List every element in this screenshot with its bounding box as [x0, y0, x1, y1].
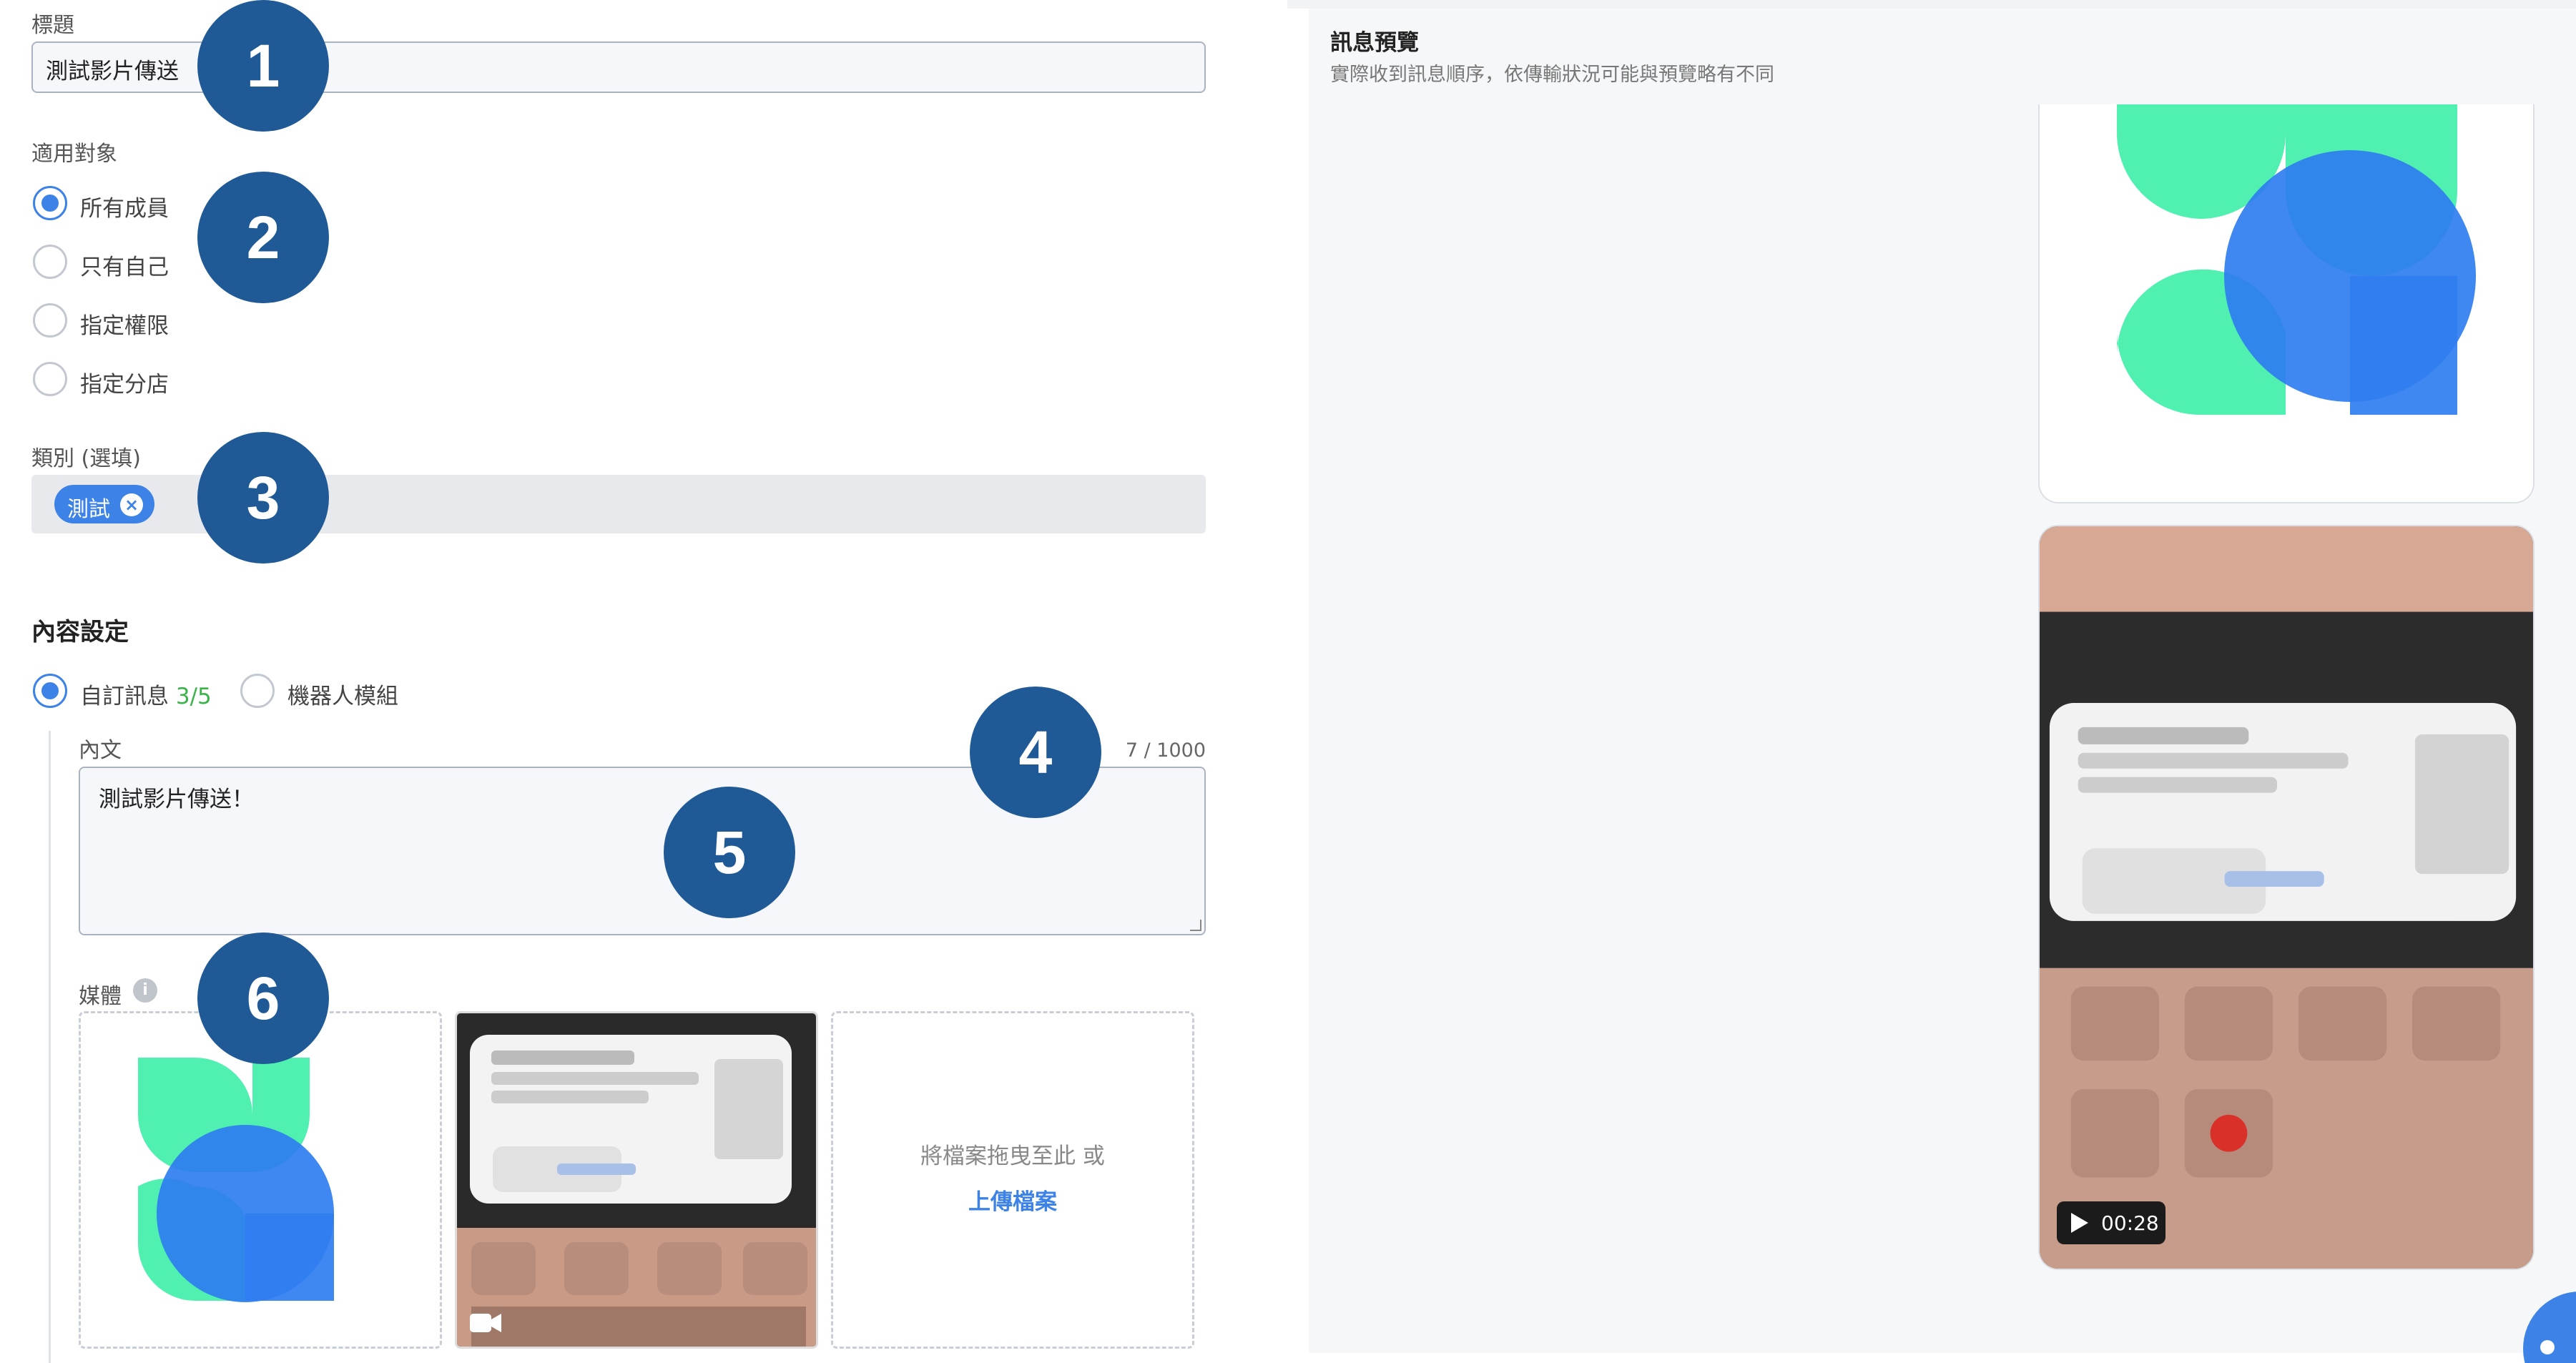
content-mode-custom[interactable]: 自訂訊息 3/5 [80, 678, 212, 710]
video-duration: 00:28 [2101, 1211, 2159, 1235]
message-form: 標題 測試影片傳送 適用對象 所有成員 只有自己 指定權限 指定分店 類別 (選… [0, 0, 1287, 1363]
logo-image-icon [2117, 104, 2476, 415]
audience-option-branch[interactable]: 指定分店 [80, 366, 169, 398]
resize-handle-icon[interactable] [1190, 920, 1201, 931]
annotation-badge-5: 5 [664, 787, 795, 918]
title-label: 標題 [31, 13, 74, 38]
video-camera-icon [470, 1314, 501, 1332]
preview-video-message[interactable]: 00:28 [2038, 525, 2535, 1270]
video-frame-image [2040, 526, 2533, 1269]
annotation-badge-4: 4 [970, 687, 1101, 818]
annotation-badge-2: 2 [197, 172, 329, 303]
video-duration-badge[interactable]: 00:28 [2057, 1201, 2165, 1244]
audience-option-all[interactable]: 所有成員 [80, 190, 169, 222]
media-label: 媒體 [79, 984, 122, 1009]
audience-label: 適用對象 [31, 142, 117, 167]
content-indent-line [49, 731, 51, 1363]
content-mode-bot[interactable]: 機器人模組 [287, 678, 398, 710]
content-section-title: 內容設定 [31, 618, 129, 646]
content-mode-radio-custom[interactable] [33, 674, 67, 708]
preview-title: 訊息預覽 [1330, 30, 1419, 56]
body-char-counter: 7 / 1000 [1125, 739, 1206, 762]
audience-radio-self[interactable] [33, 245, 67, 279]
preview-image-message [2038, 104, 2535, 503]
upload-file-link[interactable]: 上傳檔案 [833, 1184, 1192, 1216]
category-label: 類別 (選填) [31, 446, 141, 471]
video-frame-image [457, 1013, 816, 1347]
content-mode-custom-label: 自訂訊息 [80, 684, 169, 709]
annotation-badge-6: 6 [197, 933, 329, 1064]
audience-radio-branch[interactable] [33, 362, 67, 396]
content-mode-counter: 3/5 [175, 684, 212, 709]
preview-subtitle: 實際收到訊息順序，依傳輸狀況可能與預覽略有不同 [1330, 64, 1774, 86]
message-preview-panel: 訊息預覽 實際收到訊息順序，依傳輸狀況可能與預覽略有不同 00:28 [1309, 9, 2576, 1353]
body-label: 內文 [79, 738, 122, 763]
annotation-badge-3: 3 [197, 432, 329, 564]
upload-hint-text: 將檔案拖曳至此 或 [920, 1143, 1105, 1169]
audience-radio-permission[interactable] [33, 303, 67, 338]
remove-tag-icon[interactable]: × [120, 493, 143, 516]
annotation-badge-1: 1 [197, 0, 329, 132]
media-video-thumbnail[interactable] [455, 1011, 818, 1349]
info-icon[interactable]: i [133, 978, 157, 1003]
category-tag-label: 測試 [67, 497, 110, 522]
title-input-value: 測試影片傳送 [46, 59, 179, 84]
play-icon [2071, 1213, 2088, 1233]
audience-option-self[interactable]: 只有自己 [80, 249, 169, 281]
content-mode-radio-bot[interactable] [240, 674, 275, 708]
app-root: 標題 測試影片傳送 適用對象 所有成員 只有自己 指定權限 指定分店 類別 (選… [0, 0, 2576, 1363]
body-textarea-value: 測試影片傳送！ [99, 787, 254, 812]
audience-radio-all[interactable] [33, 186, 67, 220]
audience-option-permission[interactable]: 指定權限 [80, 307, 169, 340]
media-upload-dropzone[interactable]: 將檔案拖曳至此 或 上傳檔案 [831, 1011, 1194, 1349]
category-tag: 測試 × [54, 485, 154, 523]
